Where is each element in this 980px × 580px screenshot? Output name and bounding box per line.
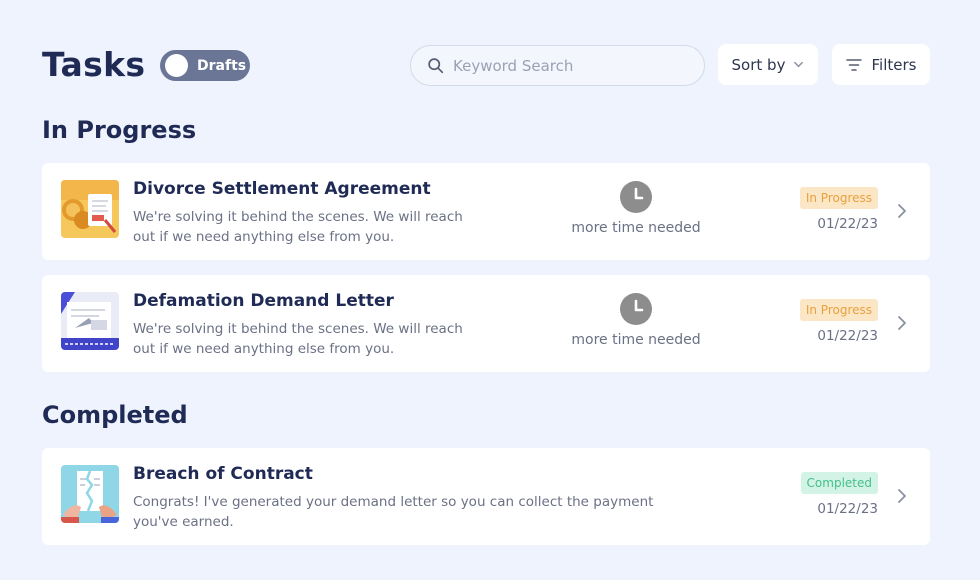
chevron-right-icon[interactable]	[896, 314, 908, 332]
filter-icon	[845, 58, 862, 71]
task-title: Defamation Demand Letter	[133, 291, 394, 311]
task-date: 01/22/23	[817, 501, 878, 517]
eta-indicator: more time needed	[562, 181, 710, 236]
task-card-breach-of-contract[interactable]: Breach of Contract Congrats! I've genera…	[42, 448, 930, 545]
section-heading-in-progress: In Progress	[42, 116, 197, 144]
task-title: Breach of Contract	[133, 464, 313, 484]
sort-by-label: Sort by	[731, 55, 786, 74]
status-badge: In Progress	[799, 299, 878, 321]
status-badge: Completed	[800, 472, 878, 494]
document-coins-thumbnail	[61, 180, 119, 238]
task-title: Divorce Settlement Agreement	[133, 179, 431, 199]
task-description: We're solving it behind the scenes. We w…	[133, 209, 463, 245]
chevron-down-icon	[794, 61, 804, 68]
task-description: We're solving it behind the scenes. We w…	[133, 321, 463, 357]
torn-contract-thumbnail	[61, 465, 119, 523]
task-card-divorce-settlement[interactable]: Divorce Settlement Agreement We're solvi…	[42, 163, 930, 260]
section-heading-completed: Completed	[42, 401, 188, 429]
eta-text: more time needed	[571, 220, 701, 236]
eta-indicator: more time needed	[562, 293, 710, 348]
toggle-knob	[165, 54, 188, 77]
page-header: Tasks Drafts Sort by Filters	[42, 44, 930, 86]
task-date: 01/22/23	[817, 216, 878, 232]
task-card-defamation-letter[interactable]: Defamation Demand Letter We're solving i…	[42, 275, 930, 372]
search-input[interactable]	[453, 56, 673, 75]
filters-button[interactable]: Filters	[832, 44, 930, 85]
eta-text: more time needed	[571, 332, 701, 348]
clock-icon	[620, 181, 652, 213]
filters-label: Filters	[871, 55, 917, 74]
clock-icon	[620, 293, 652, 325]
status-badge: In Progress	[799, 187, 878, 209]
search-icon	[428, 58, 444, 74]
search-box[interactable]	[410, 45, 705, 86]
drafts-toggle-label: Drafts	[197, 57, 247, 74]
task-description: Congrats! I've generated your demand let…	[133, 494, 654, 530]
task-date: 01/22/23	[817, 328, 878, 344]
drafts-toggle[interactable]: Drafts	[160, 50, 250, 81]
page-title: Tasks	[42, 45, 146, 84]
letter-thumbnail	[61, 292, 119, 350]
chevron-right-icon[interactable]	[896, 487, 908, 505]
sort-by-button[interactable]: Sort by	[718, 44, 818, 85]
chevron-right-icon[interactable]	[896, 202, 908, 220]
